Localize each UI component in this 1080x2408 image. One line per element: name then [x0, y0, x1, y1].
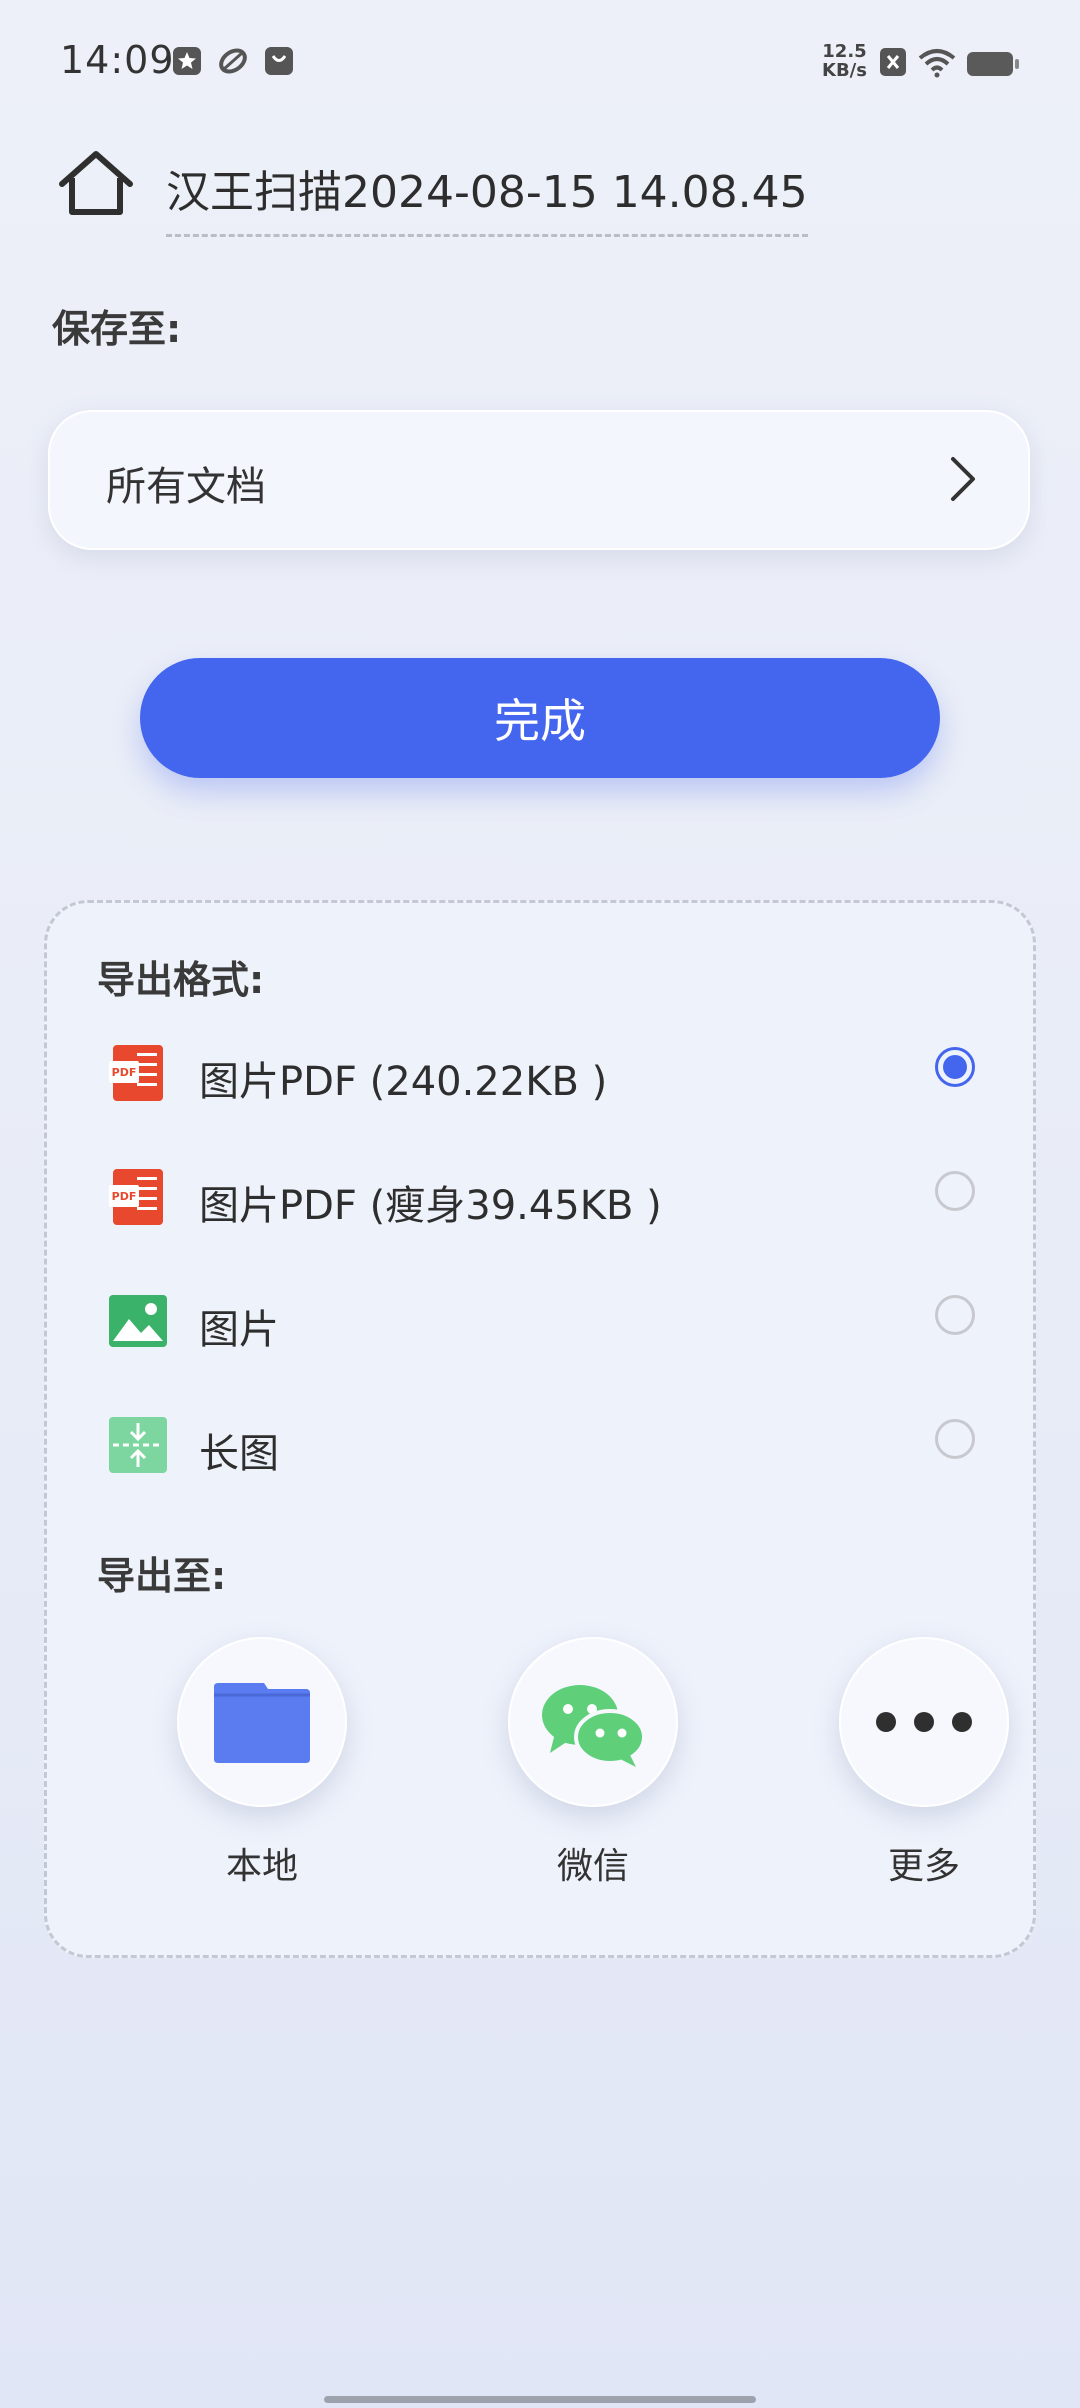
wifi-icon — [918, 49, 956, 78]
star-app-icon — [173, 47, 201, 75]
format-option-pdf-slim[interactable]: PDF 图片PDF (瘦身39.45KB ) — [47, 1147, 975, 1247]
save-to-label: 保存至: — [52, 307, 182, 351]
document-title[interactable]: 汉王扫描2024-08-15 14.08.45 — [166, 156, 808, 237]
network-speed-unit: KB/s — [822, 60, 867, 81]
destination-more[interactable]: 更多 — [824, 1637, 1024, 1889]
destination-label: 本地 — [225, 1846, 298, 1887]
shop-bag-icon — [265, 47, 293, 75]
format-option-image[interactable]: 图片 — [47, 1271, 975, 1371]
destination-label: 微信 — [556, 1846, 629, 1887]
more-icon — [876, 1712, 972, 1732]
export-panel: 导出格式: PDF 图片PDF (240.22KB ) PDF 图片PDF (瘦… — [44, 900, 1036, 1958]
folder-icon — [214, 1683, 310, 1763]
save-folder-select[interactable]: 所有文档 — [48, 410, 1030, 550]
destination-local[interactable]: 本地 — [162, 1637, 362, 1889]
format-option-label: 图片PDF (240.22KB ) — [199, 1059, 608, 1105]
battery-icon — [967, 52, 1019, 76]
network-speed-value: 12.5 — [822, 41, 867, 62]
wechat-icon — [542, 1685, 646, 1767]
format-radio-selected[interactable] — [935, 1047, 975, 1087]
long-image-icon — [109, 1417, 167, 1473]
format-radio[interactable] — [935, 1171, 975, 1211]
pdf-icon: PDF — [109, 1169, 163, 1225]
destination-wechat[interactable]: 微信 — [493, 1637, 693, 1889]
destination-label: 更多 — [887, 1846, 960, 1887]
chevron-right-icon — [951, 457, 975, 501]
done-button[interactable]: 完成 — [140, 658, 940, 778]
close-box-icon — [880, 48, 906, 76]
format-radio[interactable] — [935, 1419, 975, 1459]
home-indicator[interactable] — [324, 2396, 756, 2403]
destination-wechat-button[interactable] — [508, 1637, 678, 1807]
export-format-label: 导出格式: — [97, 958, 265, 1002]
leaf-app-icon — [219, 48, 247, 74]
format-option-label: 图片 — [199, 1307, 279, 1353]
save-folder-value: 所有文档 — [106, 464, 266, 510]
export-to-label: 导出至: — [97, 1554, 227, 1598]
format-option-label: 图片PDF (瘦身39.45KB ) — [199, 1183, 662, 1229]
destination-local-button[interactable] — [177, 1637, 347, 1807]
format-option-long-image[interactable]: 长图 — [47, 1395, 975, 1495]
svg-text:PDF: PDF — [112, 1066, 137, 1079]
network-speed: 12.5 KB/s — [822, 42, 867, 80]
svg-text:PDF: PDF — [112, 1190, 137, 1203]
destination-more-button[interactable] — [839, 1637, 1009, 1807]
format-option-pdf[interactable]: PDF 图片PDF (240.22KB ) — [47, 1023, 975, 1123]
format-option-label: 长图 — [199, 1431, 279, 1477]
pdf-icon: PDF — [109, 1045, 163, 1101]
format-radio[interactable] — [935, 1295, 975, 1335]
home-icon[interactable] — [56, 148, 136, 218]
status-time: 14:09 — [60, 38, 175, 82]
image-icon — [109, 1295, 167, 1347]
